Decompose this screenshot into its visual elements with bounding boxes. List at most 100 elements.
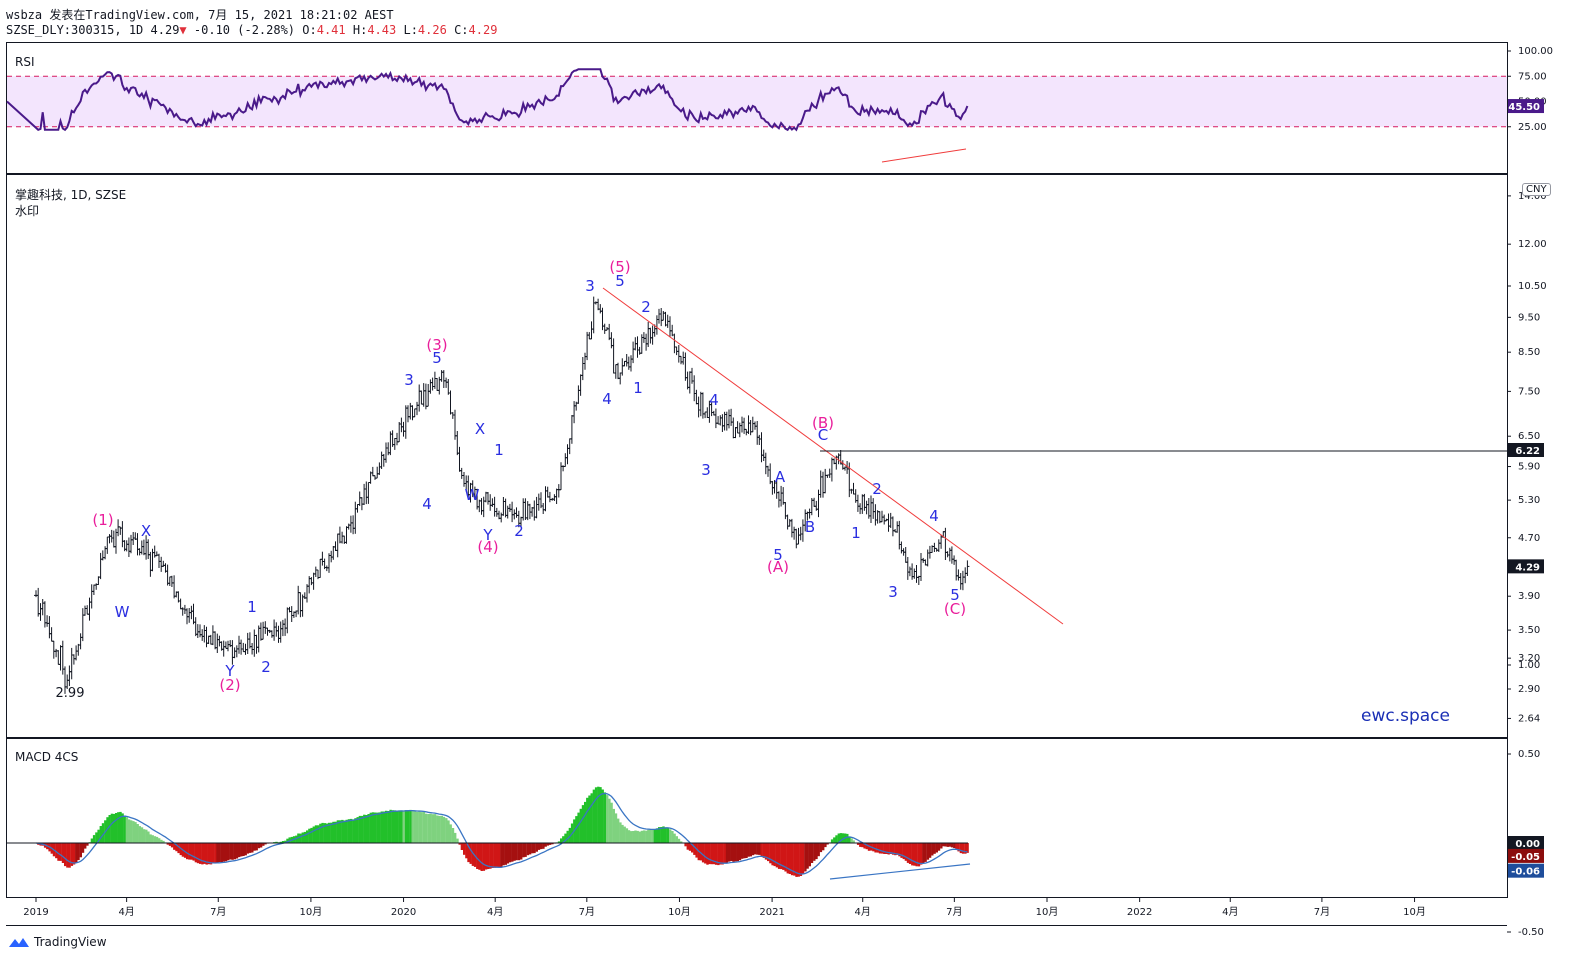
macd-bar	[588, 795, 591, 843]
tradingview-brand[interactable]: TradingView	[8, 935, 107, 949]
macd-bar	[478, 843, 481, 870]
macd-bar	[297, 833, 300, 843]
x-axis-label: 2022	[1127, 907, 1152, 918]
price-axis-label: 9.50	[1518, 312, 1540, 323]
macd-bar	[132, 821, 135, 843]
macd-bar	[385, 810, 388, 843]
watermark-text: ewc.space	[1361, 706, 1450, 726]
macd-bar	[917, 843, 921, 867]
macd-bar	[881, 843, 884, 854]
macd-bar	[614, 813, 618, 843]
macd-bar	[913, 843, 916, 866]
macd-bar	[680, 841, 683, 843]
macd-bar	[953, 843, 956, 848]
macd-bar	[723, 843, 726, 864]
macd-bar	[775, 843, 779, 868]
rsi-axis-label: 100.00	[1518, 46, 1553, 57]
macd-bar	[738, 843, 742, 861]
macd-bar	[793, 843, 796, 876]
macd-bar	[321, 822, 324, 843]
macd-bar	[467, 843, 470, 863]
price-title: 掌趣科技, 1D, SZSE	[15, 188, 127, 202]
macd-bar	[592, 789, 596, 843]
macd-bar	[555, 842, 558, 843]
macd-bar	[465, 843, 468, 859]
macd-bar	[568, 827, 572, 843]
macd-bar	[134, 822, 137, 843]
macd-bar	[887, 843, 890, 855]
wave-label: Y	[224, 662, 235, 680]
symbol-label: SZSE_DLY:300315, 1D	[6, 23, 144, 37]
macd-bar	[222, 843, 226, 862]
macd-bar	[612, 808, 615, 843]
chart-canvas[interactable]: (1)XW(2)Y12(3)534X1WY(4)2(5)5324143 AB5(A…	[0, 0, 1579, 969]
macd-bar	[675, 836, 678, 843]
macd-bar	[623, 826, 626, 843]
macd-bar	[691, 843, 694, 853]
macd-bar	[498, 843, 501, 868]
macd-bar	[90, 838, 94, 843]
macd-bar	[699, 843, 703, 861]
macd-bar	[844, 833, 847, 843]
macd-bar	[164, 842, 167, 843]
macd-bar	[286, 838, 289, 843]
macd-bar	[736, 843, 739, 862]
level-badge: 6.22	[1515, 446, 1540, 457]
macd-bar	[88, 842, 91, 843]
wave-label: (1)	[92, 511, 113, 529]
macd-bar	[935, 843, 938, 853]
macd-bar	[902, 843, 905, 860]
macd-bar	[240, 843, 243, 857]
macd-bar	[391, 810, 394, 843]
macd-bar	[52, 843, 56, 857]
x-axis-label: 7月	[210, 906, 226, 918]
macd-bar	[61, 843, 65, 863]
macd-bar	[75, 843, 78, 863]
macd-bar	[575, 816, 578, 843]
macd-bar	[773, 843, 776, 867]
macd-bar	[590, 793, 593, 843]
macd-bar	[570, 823, 574, 843]
macd-bar	[754, 843, 757, 855]
wave-label: B	[805, 518, 815, 536]
wave-label: 5	[432, 349, 442, 367]
macd-bar	[97, 829, 100, 843]
wave-labels: (1)XW(2)Y12(3)534X1WY(4)2(5)5324143 AB5(A…	[56, 258, 967, 701]
wave-label: 5	[773, 546, 783, 564]
macd-bar	[517, 843, 521, 861]
macd-bar	[630, 831, 633, 843]
macd-bar	[476, 843, 479, 869]
macd-bar	[356, 817, 359, 843]
macd-bar	[697, 843, 700, 861]
macd-bar	[959, 843, 963, 854]
macd-bar	[177, 843, 180, 854]
macd-bar	[933, 843, 936, 854]
wave-label: 2	[514, 522, 524, 540]
macd-bar	[429, 813, 432, 843]
macd-bar	[369, 812, 372, 843]
currency-badge[interactable]: CNY	[1522, 183, 1551, 196]
macd-zero-badge-bg	[1508, 836, 1544, 850]
macd-bar	[229, 843, 232, 860]
macd-bar	[319, 823, 322, 843]
macd-bar	[181, 843, 185, 857]
c-label: C:	[454, 23, 469, 37]
macd-bar	[158, 838, 161, 843]
wave-label: 5	[950, 586, 960, 604]
wave-label: 2	[261, 658, 271, 676]
macd-bar	[638, 831, 641, 843]
macd-bar	[634, 830, 637, 843]
macd-bar	[837, 833, 840, 843]
price-candles	[34, 296, 970, 694]
macd-bar	[201, 843, 204, 865]
macd-bar	[332, 821, 335, 843]
macd-bar	[248, 843, 252, 853]
macd-bar	[317, 825, 320, 843]
macd-axis-label: 0.50	[1518, 749, 1540, 760]
macd-bar	[238, 843, 241, 858]
macd-bar	[957, 843, 960, 852]
macd-bar	[747, 843, 750, 857]
price-axis-label: 7.50	[1518, 386, 1540, 397]
macd-bar	[79, 843, 82, 858]
macd-bar	[822, 843, 825, 851]
